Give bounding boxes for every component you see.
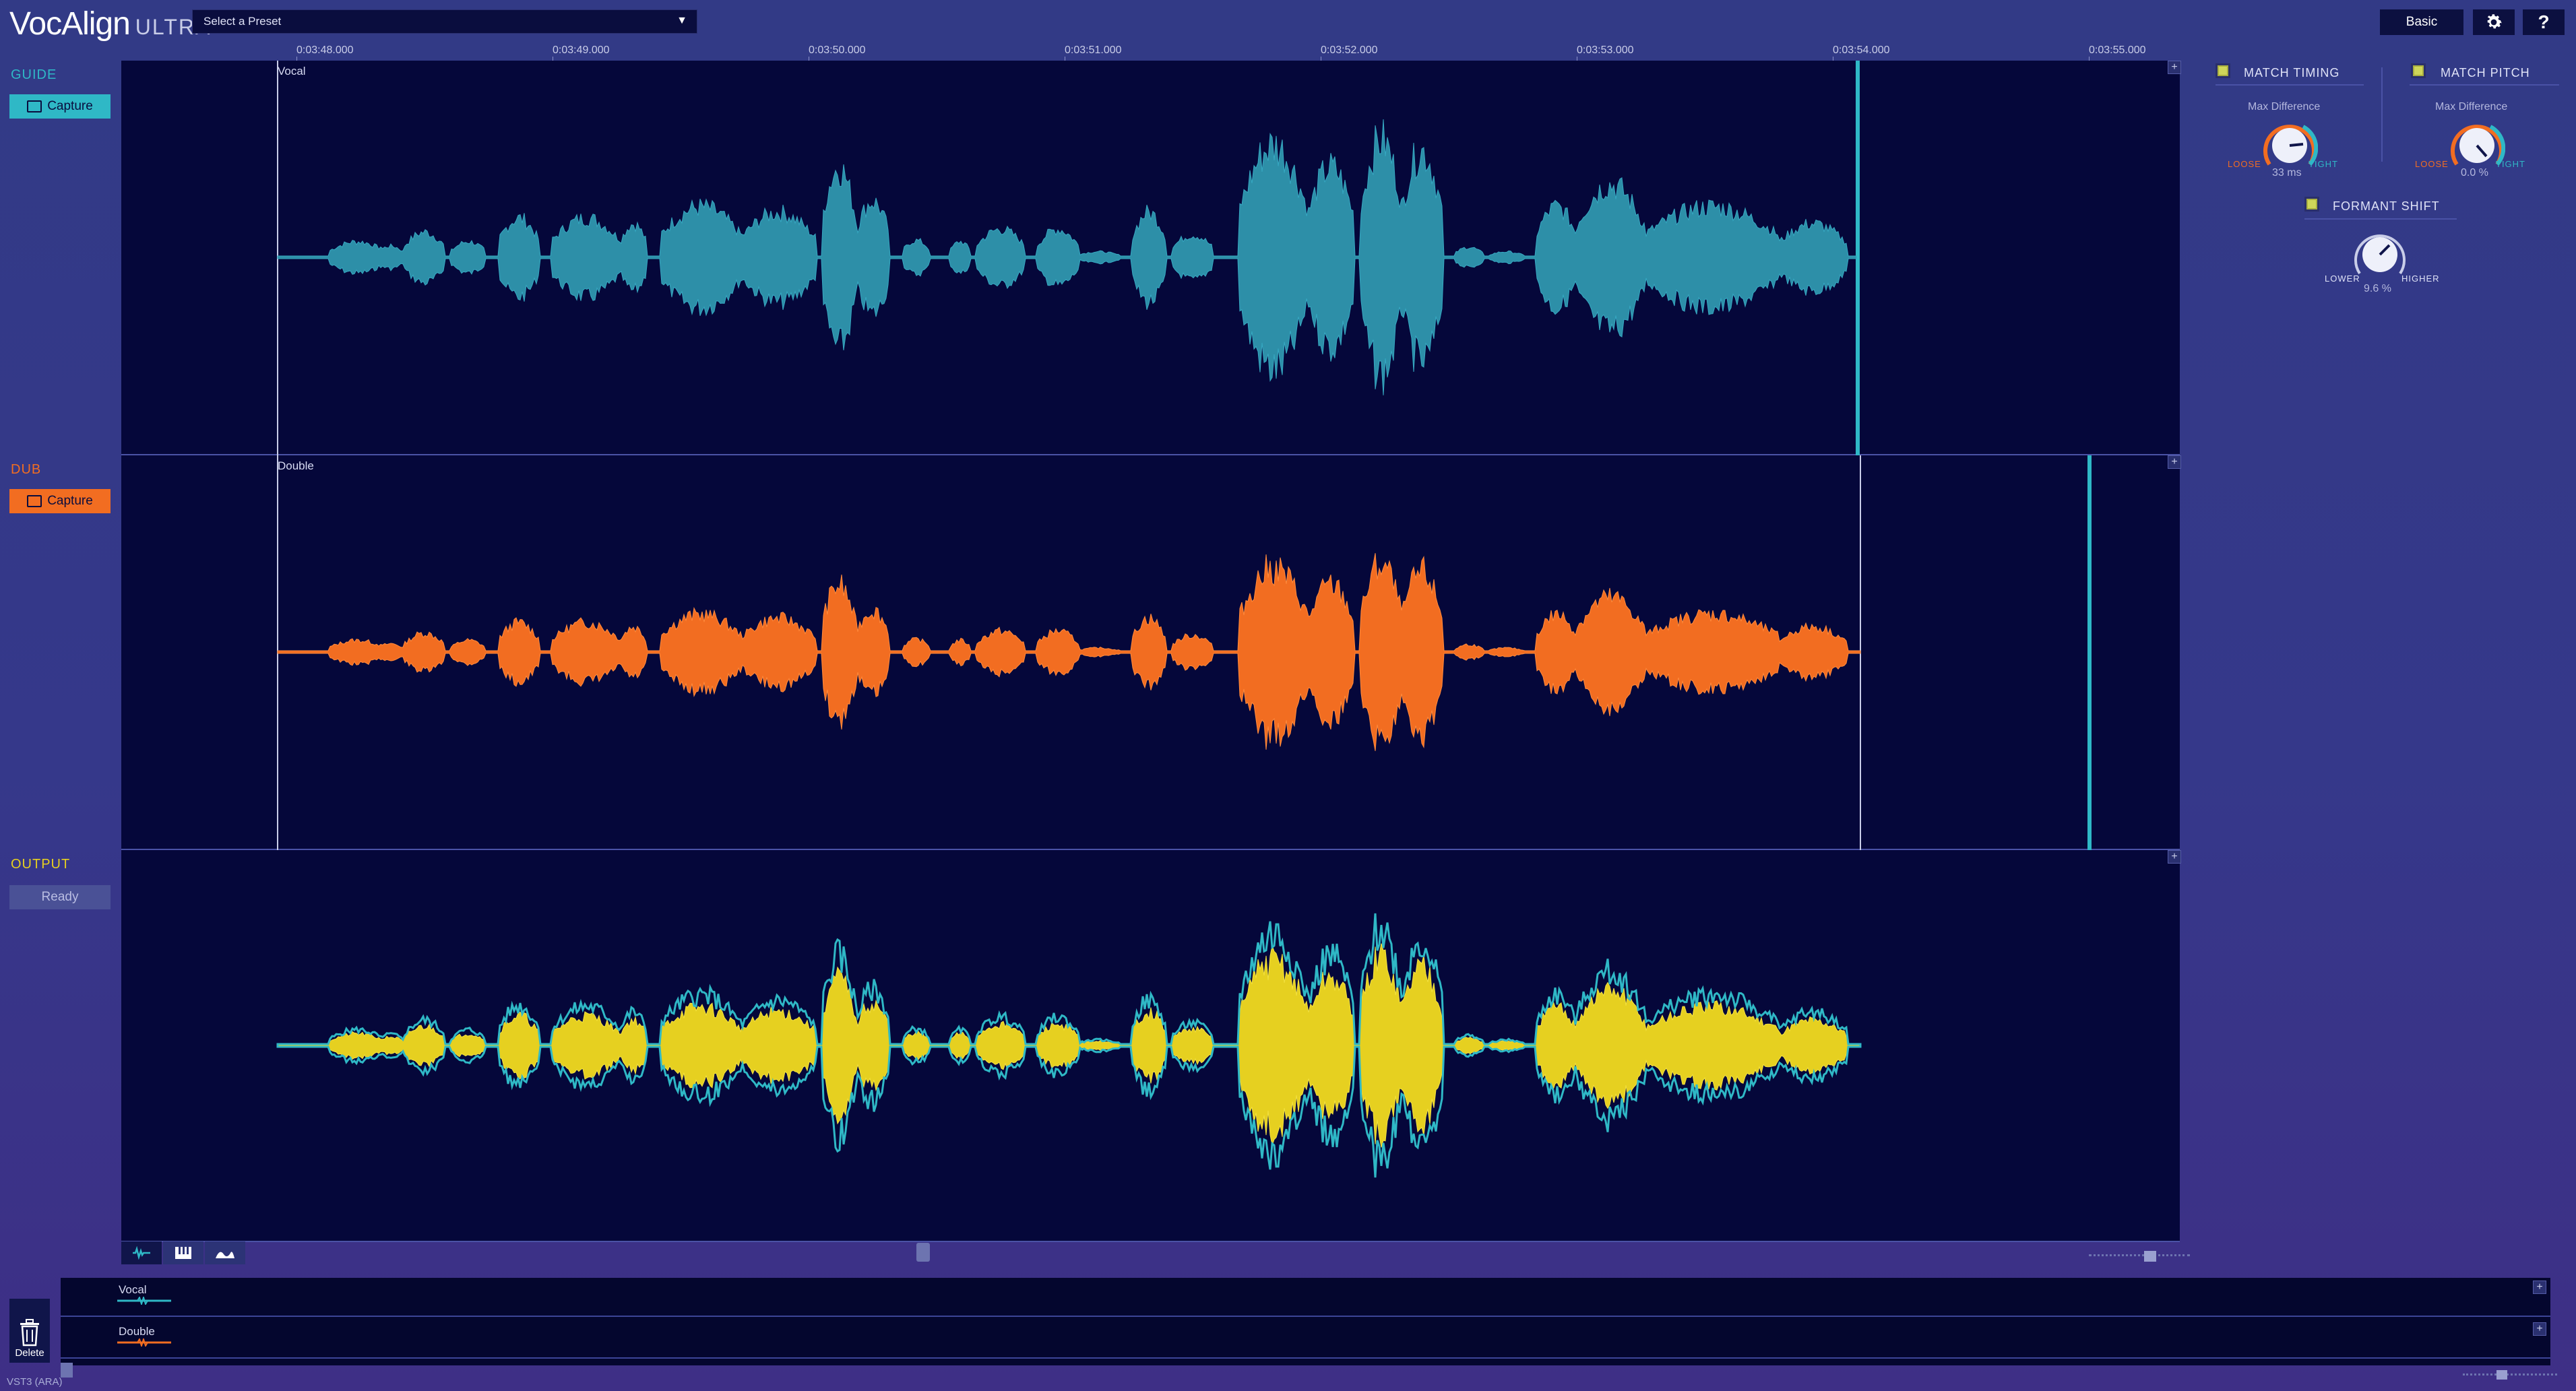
waveform-icon xyxy=(133,1246,150,1260)
spectrum-icon xyxy=(216,1252,234,1258)
timeline-tick: 0:03:55.000 xyxy=(2089,44,2146,62)
mode-button[interactable]: Basic xyxy=(2380,9,2463,35)
pitch-value: 0.0 % xyxy=(2461,167,2488,179)
formant-shift-checkbox[interactable] xyxy=(2304,197,2319,212)
timeline-tick: 0:03:54.000 xyxy=(1833,44,1890,62)
capture-icon xyxy=(27,100,42,112)
divider xyxy=(2216,84,2364,86)
divider xyxy=(2381,67,2383,162)
dub-lane[interactable]: Double + xyxy=(121,455,2181,850)
timeline-ruler[interactable]: 0:03:48.000 0:03:49.000 0:03:50.000 0:03… xyxy=(121,40,2176,62)
view-toolbar xyxy=(121,1241,2190,1264)
delete-button[interactable]: Delete xyxy=(9,1299,50,1363)
app-logo: VocAlign ULTRA xyxy=(9,6,212,42)
guide-label: GUIDE xyxy=(11,67,57,82)
overview-zoom-thumb[interactable] xyxy=(2496,1370,2507,1380)
match-timing-title: MATCH TIMING xyxy=(2244,66,2340,79)
guide-waveform xyxy=(277,61,1860,455)
divider xyxy=(2410,84,2559,86)
pitch-tight-label: TIGHT xyxy=(2496,159,2525,169)
gear-icon xyxy=(2487,14,2502,29)
output-status-button[interactable]: Ready xyxy=(9,885,111,909)
overview-double-waveform xyxy=(117,1338,171,1347)
match-pitch-title: MATCH PITCH xyxy=(2441,66,2530,79)
output-label: OUTPUT xyxy=(11,857,71,872)
preset-dropdown[interactable]: Select a Preset ▼ xyxy=(192,9,697,34)
match-timing-checkbox[interactable] xyxy=(2216,63,2230,78)
timing-tight-label: TIGHT xyxy=(2308,159,2338,169)
zoom-slider[interactable] xyxy=(2089,1241,2190,1256)
formant-higher-label: HIGHER xyxy=(2401,273,2440,284)
horizontal-scroll-thumb[interactable] xyxy=(916,1243,930,1262)
formant-lower-label: LOWER xyxy=(2325,273,2360,284)
overview-track-label: Vocal xyxy=(119,1283,147,1296)
overview-zoom-button[interactable]: + xyxy=(2533,1281,2546,1294)
output-zoom-button[interactable]: + xyxy=(2168,850,2181,864)
capture-icon xyxy=(27,495,42,507)
guide-zoom-button[interactable]: + xyxy=(2168,61,2181,74)
overview-scroll-thumb[interactable] xyxy=(61,1363,73,1378)
timing-value: 33 ms xyxy=(2272,167,2302,179)
guide-capture-button[interactable]: Capture xyxy=(9,94,111,119)
waveform-view-button[interactable] xyxy=(121,1241,162,1264)
dub-waveform xyxy=(277,455,2092,850)
dub-zoom-button[interactable]: + xyxy=(2168,455,2181,469)
pitch-max-difference-label: Max Difference xyxy=(2435,101,2508,112)
pitch-loose-label: LOOSE xyxy=(2415,159,2449,169)
output-waveform xyxy=(276,913,1862,1178)
timeline-tick: 0:03:48.000 xyxy=(296,44,354,62)
piano-icon xyxy=(175,1247,191,1259)
plugin-format-label: VST3 (ARA) xyxy=(7,1376,63,1388)
trash-icon xyxy=(20,1319,39,1347)
settings-button[interactable] xyxy=(2473,9,2515,35)
dub-capture-button[interactable]: Capture xyxy=(9,489,111,513)
timeline-tick: 0:03:50.000 xyxy=(809,44,866,62)
timeline-tick: 0:03:51.000 xyxy=(1065,44,1122,62)
timing-loose-label: LOOSE xyxy=(2228,159,2261,169)
pitch-view-button[interactable] xyxy=(163,1241,203,1264)
overview-vocal-waveform xyxy=(117,1297,171,1305)
overview-row-double[interactable]: Double + xyxy=(61,1320,2550,1359)
timeline-tick: 0:03:53.000 xyxy=(1577,44,1634,62)
overview-zoom-button[interactable]: + xyxy=(2533,1322,2546,1336)
formant-value: 9.6 % xyxy=(2364,283,2391,294)
dub-label: DUB xyxy=(11,462,42,477)
preset-placeholder: Select a Preset xyxy=(203,15,282,28)
spectrum-view-button[interactable] xyxy=(205,1241,245,1264)
clip-overview[interactable]: Vocal + Double + xyxy=(61,1278,2550,1378)
timeline-tick: 0:03:49.000 xyxy=(553,44,610,62)
help-button[interactable]: ? xyxy=(2523,9,2565,35)
formant-shift-title: FORMANT SHIFT xyxy=(2333,199,2440,213)
overview-track-label: Double xyxy=(119,1325,155,1338)
overview-row-vocal[interactable]: Vocal + xyxy=(61,1278,2550,1317)
timing-max-difference-label: Max Difference xyxy=(2248,101,2321,112)
zoom-slider-thumb[interactable] xyxy=(2144,1251,2156,1262)
chevron-down-icon: ▼ xyxy=(677,15,687,26)
guide-clip-label: Vocal xyxy=(278,65,306,77)
timeline-tick: 0:03:52.000 xyxy=(1321,44,1378,62)
overview-zoom-slider[interactable] xyxy=(2463,1362,2557,1376)
controls-panel: MATCH TIMING Max Difference LOOSE TIGHT … xyxy=(2195,61,2573,303)
dub-clip-label: Double xyxy=(278,459,314,472)
match-pitch-checkbox[interactable] xyxy=(2411,63,2426,78)
output-lane[interactable]: + xyxy=(121,850,2181,1242)
divider xyxy=(2304,218,2457,220)
guide-lane[interactable]: Vocal + xyxy=(121,61,2181,455)
